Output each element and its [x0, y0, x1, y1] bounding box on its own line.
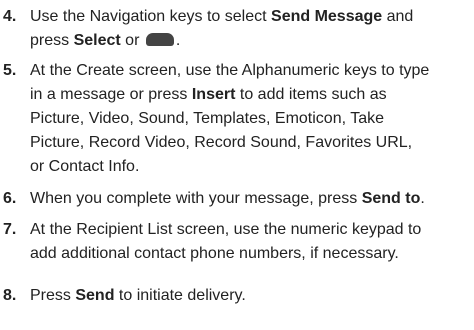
step-line: Picture, Record Video, Record Sound, Fav…: [30, 131, 474, 155]
text: Picture, Record Video, Record Sound, Fav…: [30, 134, 413, 151]
bold-term: Send: [75, 287, 115, 304]
text: in a message or press: [30, 86, 192, 103]
instruction-steps: 4. Use the Navigation keys to select Sen…: [0, 0, 474, 330]
step-line: Press Send to initiate delivery.: [30, 284, 474, 308]
bold-term: Insert: [191, 86, 236, 103]
text: Press: [30, 287, 76, 304]
text: or: [120, 32, 144, 49]
step-text: At the Create screen, use the Alphanumer…: [30, 59, 474, 179]
text: to initiate delivery.: [114, 287, 246, 304]
text: Use the Navigation keys to select: [30, 8, 272, 25]
step-text: At the Recipient List screen, use the nu…: [30, 218, 474, 266]
text: At the Recipient List screen, use the nu…: [30, 221, 422, 238]
step-number: 5.: [3, 62, 17, 79]
text: .: [420, 190, 425, 207]
step-number: 8.: [3, 287, 17, 304]
bold-term: Send to: [361, 190, 421, 207]
step-line: When you complete with your message, pre…: [30, 187, 474, 211]
step-line: Use the Navigation keys to select Send M…: [30, 5, 474, 29]
step-line: add additional contact phone numbers, if…: [30, 242, 474, 266]
step-line: At the Create screen, use the Alphanumer…: [30, 59, 474, 83]
step-line: press Select or .: [30, 29, 474, 53]
text: to add items such as: [235, 86, 387, 103]
step-line: or Contact Info.: [30, 155, 474, 179]
bold-term: Send Message: [271, 8, 383, 25]
bold-term: Select: [73, 32, 121, 49]
step-number: 7.: [3, 221, 17, 238]
text: press: [30, 32, 74, 49]
text: At the Create screen, use the Alphanumer…: [30, 62, 430, 79]
step-number: 6.: [3, 190, 17, 207]
step-text: Press Send to initiate delivery.: [30, 284, 474, 308]
step-line: in a message or press Insert to add item…: [30, 83, 474, 107]
step-line: At the Recipient List screen, use the nu…: [30, 218, 474, 242]
text: When you complete with your message, pre…: [30, 190, 362, 207]
step-number: 4.: [3, 8, 17, 25]
text: or Contact Info.: [30, 158, 140, 175]
text: and: [382, 8, 414, 25]
text: add additional contact phone numbers, if…: [30, 245, 399, 262]
text: .: [175, 32, 181, 49]
step-line: Picture, Video, Sound, Templates, Emotic…: [30, 107, 474, 131]
step-text: When you complete with your message, pre…: [30, 187, 474, 211]
text: Picture, Video, Sound, Templates, Emotic…: [30, 110, 384, 127]
step-text: Use the Navigation keys to select Send M…: [30, 5, 474, 53]
left-softkey-icon: [145, 33, 174, 46]
